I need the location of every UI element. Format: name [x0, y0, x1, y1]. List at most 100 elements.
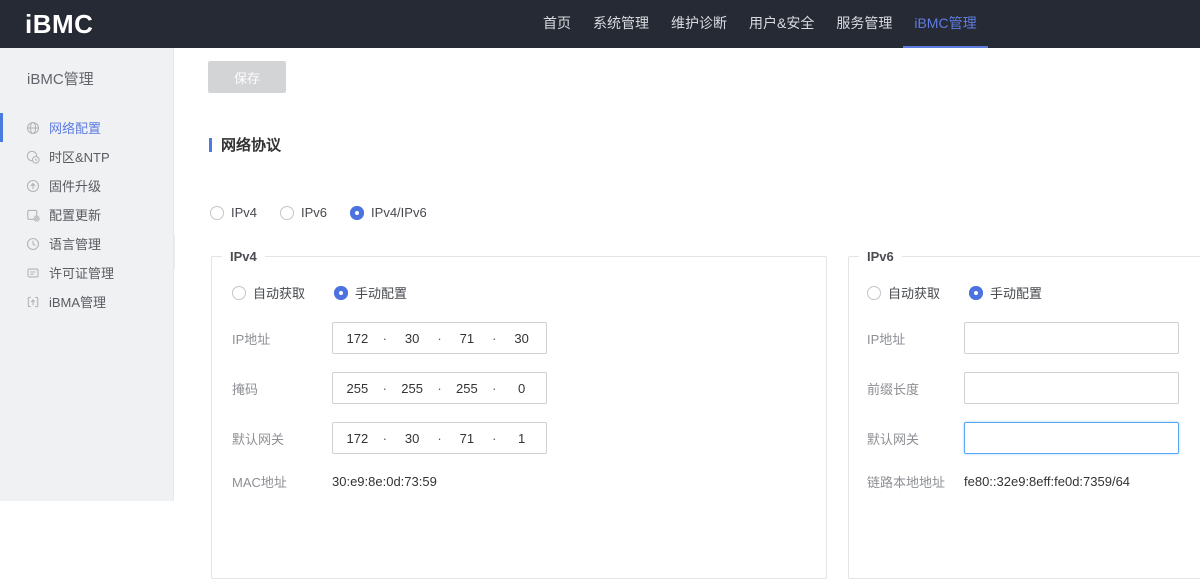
- ipv4-mac-value: 30:e9:8e:0d:73:59: [332, 474, 437, 489]
- ipv4-mac-label: MAC地址: [232, 472, 332, 491]
- radio-label: 手动配置: [990, 283, 1042, 302]
- ipv4-radio-auto[interactable]: 自动获取: [232, 283, 305, 302]
- ipv4-ip-input[interactable]: 172· 30· 71· 30: [332, 322, 547, 354]
- network-icon: [26, 121, 40, 135]
- ipv6-ip-input[interactable]: [964, 322, 1179, 354]
- mask-octet-2[interactable]: 255: [388, 381, 437, 396]
- mask-octet-1[interactable]: 255: [333, 381, 382, 396]
- ipv4-gateway-label: 默认网关: [232, 429, 332, 448]
- radio-circle: [280, 206, 294, 220]
- protocol-fieldsets: IPv4 自动获取 手动配置 IP地址 172· 3: [175, 249, 1200, 501]
- top-header: iBMC 首页 系统管理 维护诊断 用户&安全 服务管理 iBMC管理: [0, 0, 1200, 48]
- sidebar-item-timezone-ntp[interactable]: 时区&NTP: [0, 142, 173, 171]
- sidebar-item-label: 固件升级: [49, 176, 101, 195]
- ipv6-fieldset: IPv6 自动获取 手动配置 IP地址 前: [848, 249, 1200, 579]
- ipv6-mode-radio-group: 自动获取 手动配置: [867, 283, 1200, 302]
- ipv4-ip-row: IP地址 172· 30· 71· 30: [232, 322, 826, 354]
- nav-ibmc-management[interactable]: iBMC管理: [903, 0, 987, 48]
- ip-octet-2[interactable]: 30: [388, 331, 437, 346]
- radio-circle: [210, 206, 224, 220]
- timezone-ntp-icon: [26, 150, 40, 164]
- ipv4-mask-label: 掩码: [232, 379, 332, 398]
- ipv6-link-local-value: fe80::32e9:8eff:fe0d:7359/64: [964, 474, 1130, 489]
- config-update-icon: [26, 208, 40, 222]
- ibmc-logo: iBMC: [0, 9, 93, 40]
- top-navigation: 首页 系统管理 维护诊断 用户&安全 服务管理 iBMC管理: [532, 0, 988, 48]
- ipv4-gateway-row: 默认网关 172· 30· 71· 1: [232, 422, 826, 454]
- sidebar-item-label: 网络配置: [49, 118, 101, 137]
- radio-ipv4-ipv6[interactable]: IPv4/IPv6: [350, 205, 427, 220]
- radio-circle: [232, 286, 246, 300]
- ibma-icon: [26, 295, 40, 309]
- ipv4-fieldset: IPv4 自动获取 手动配置 IP地址 172· 3: [211, 249, 827, 579]
- sidebar-item-label: 配置更新: [49, 205, 101, 224]
- sidebar-item-network-config[interactable]: 网络配置: [0, 113, 173, 142]
- radio-circle: [334, 286, 348, 300]
- protocol-radio-group: IPv4 IPv6 IPv4/IPv6: [210, 205, 450, 220]
- ipv6-prefix-input[interactable]: [964, 372, 1179, 404]
- section-title-text: 网络协议: [221, 134, 281, 155]
- radio-label: 自动获取: [888, 283, 940, 302]
- radio-circle: [969, 286, 983, 300]
- ipv4-mask-row: 掩码 255· 255· 255· 0: [232, 372, 826, 404]
- nav-system-management[interactable]: 系统管理: [582, 0, 660, 48]
- ipv6-link-local-label: 链路本地地址: [867, 472, 964, 491]
- nav-maintenance-diagnostics[interactable]: 维护诊断: [660, 0, 738, 48]
- gw-octet-3[interactable]: 71: [443, 431, 492, 446]
- ipv6-prefix-row: 前缀长度: [867, 372, 1200, 404]
- radio-circle: [350, 206, 364, 220]
- mask-octet-3[interactable]: 255: [443, 381, 492, 396]
- ipv6-radio-manual[interactable]: 手动配置: [969, 283, 1042, 302]
- ipv4-ip-label: IP地址: [232, 329, 332, 348]
- sidebar-item-license-management[interactable]: 许可证管理: [0, 258, 173, 287]
- nav-home[interactable]: 首页: [532, 0, 582, 48]
- radio-label: 手动配置: [355, 283, 407, 302]
- ipv4-legend: IPv4: [222, 249, 265, 264]
- ipv6-gateway-input[interactable]: [964, 422, 1179, 454]
- ipv6-legend: IPv6: [859, 249, 902, 264]
- radio-ipv6[interactable]: IPv6: [280, 205, 327, 220]
- sidebar-item-firmware-upgrade[interactable]: 固件升级: [0, 171, 173, 200]
- sidebar-item-language-management[interactable]: 语言管理: [0, 229, 173, 258]
- ip-octet-3[interactable]: 71: [443, 331, 492, 346]
- radio-label: IPv4/IPv6: [371, 205, 427, 220]
- sidebar-title: iBMC管理: [27, 68, 173, 89]
- gw-octet-2[interactable]: 30: [388, 431, 437, 446]
- radio-circle: [867, 286, 881, 300]
- radio-label: IPv6: [301, 205, 327, 220]
- nav-service-management[interactable]: 服务管理: [825, 0, 903, 48]
- save-button[interactable]: 保存: [208, 61, 286, 93]
- section-title-network-protocol: 网络协议: [209, 134, 281, 155]
- title-accent-bar: [209, 138, 212, 152]
- sidebar-item-config-update[interactable]: 配置更新: [0, 200, 173, 229]
- radio-label: IPv4: [231, 205, 257, 220]
- firmware-upgrade-icon: [26, 179, 40, 193]
- ipv4-mode-radio-group: 自动获取 手动配置: [232, 283, 826, 302]
- ipv6-prefix-label: 前缀长度: [867, 379, 964, 398]
- gw-octet-1[interactable]: 172: [333, 431, 382, 446]
- sidebar-item-label: iBMA管理: [49, 292, 106, 311]
- sidebar: iBMC管理 网络配置 时区&NTP 固件升级: [0, 48, 174, 501]
- radio-ipv4[interactable]: IPv4: [210, 205, 257, 220]
- nav-user-security[interactable]: 用户&安全: [738, 0, 825, 48]
- ip-octet-4[interactable]: 30: [497, 331, 546, 346]
- ipv6-ip-row: IP地址: [867, 322, 1200, 354]
- license-icon: [26, 266, 40, 280]
- ipv6-radio-auto[interactable]: 自动获取: [867, 283, 940, 302]
- ipv6-link-local-row: 链路本地地址 fe80::32e9:8eff:fe0d:7359/64: [867, 469, 1200, 493]
- ipv6-ip-label: IP地址: [867, 329, 964, 348]
- ipv4-mac-row: MAC地址 30:e9:8e:0d:73:59: [232, 469, 826, 493]
- ipv6-gateway-row: 默认网关: [867, 422, 1200, 454]
- sidebar-menu: 网络配置 时区&NTP 固件升级 配置更新: [0, 113, 173, 316]
- gw-octet-4[interactable]: 1: [497, 431, 546, 446]
- ipv4-gateway-input[interactable]: 172· 30· 71· 1: [332, 422, 547, 454]
- mask-octet-4[interactable]: 0: [497, 381, 546, 396]
- ipv4-mask-input[interactable]: 255· 255· 255· 0: [332, 372, 547, 404]
- sidebar-item-label: 许可证管理: [49, 263, 114, 282]
- ip-octet-1[interactable]: 172: [333, 331, 382, 346]
- ipv4-radio-manual[interactable]: 手动配置: [334, 283, 407, 302]
- ipv6-gateway-label: 默认网关: [867, 429, 964, 448]
- main-content: 保存 网络协议 IPv4 IPv6 IPv4/IPv6 IPv4: [175, 48, 1200, 501]
- sidebar-item-ibma-management[interactable]: iBMA管理: [0, 287, 173, 316]
- radio-label: 自动获取: [253, 283, 305, 302]
